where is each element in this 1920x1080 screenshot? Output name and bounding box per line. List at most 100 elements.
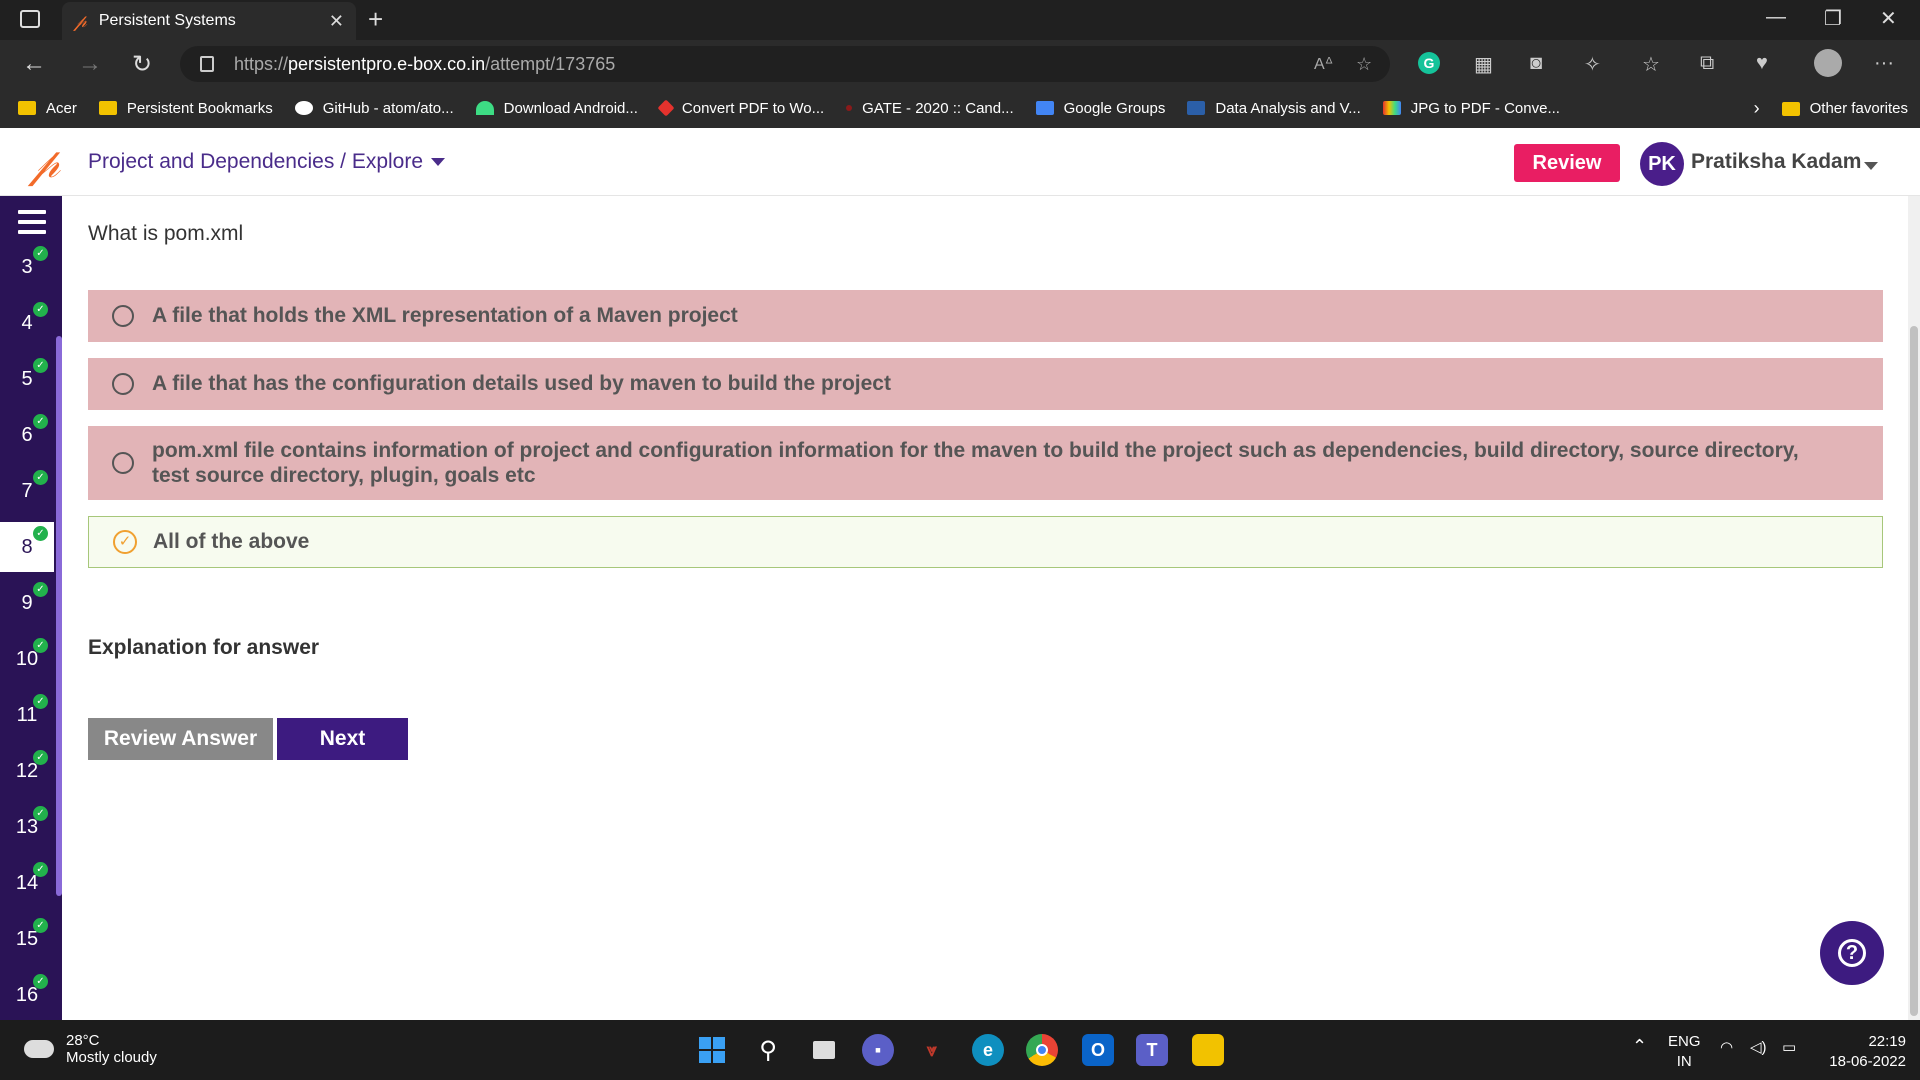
sidebar-question-12[interactable]: 12 ✓	[0, 746, 54, 796]
predator-icon[interactable]: ⩔	[916, 1034, 948, 1066]
android-icon	[475, 101, 494, 115]
user-name[interactable]: Pratiksha Kadam	[1691, 150, 1861, 174]
sidebar-question-3[interactable]: 3 ✓	[0, 242, 54, 292]
close-tab-icon[interactable]: ✕	[329, 11, 344, 32]
option-2[interactable]: A file that has the configuration detail…	[88, 358, 1883, 410]
sidebar-question-9[interactable]: 9 ✓	[0, 578, 54, 628]
address-bar[interactable]: https://persistentpro.e-box.co.in/attemp…	[180, 46, 1390, 82]
bookmark-gate[interactable]: GATE - 2020 :: Cand...	[846, 100, 1014, 117]
sidebar-question-14[interactable]: 14 ✓	[0, 858, 54, 908]
browser-tab-bar: 𝓅 Persistent Systems ✕ + — ❐ ✕	[0, 0, 1920, 40]
answered-check-icon: ✓	[33, 470, 48, 485]
review-answer-button[interactable]: Review Answer	[88, 718, 273, 760]
clock[interactable]: 22:19 18-06-2022	[1820, 1032, 1906, 1072]
weather-widget[interactable]: 28°C Mostly cloudy	[24, 1032, 157, 1066]
answered-check-icon: ✓	[33, 694, 48, 709]
grammarly-icon[interactable]: G	[1418, 52, 1440, 74]
other-favorites[interactable]: Other favorites	[1810, 100, 1908, 117]
profile-avatar[interactable]	[1814, 49, 1842, 77]
sidebar-question-8[interactable]: 8 ✓	[0, 522, 54, 572]
next-button[interactable]: Next	[277, 718, 408, 760]
sidebar-scrollbar[interactable]	[56, 336, 62, 896]
favorites-icon[interactable]: ☆	[1642, 52, 1660, 77]
persistent-logo[interactable]: 𝓅	[30, 138, 60, 188]
breadcrumb-text: Project and Dependencies / Explore	[88, 150, 424, 173]
language-code: ENG	[1668, 1033, 1701, 1050]
extension-icon[interactable]: ◙	[1530, 52, 1542, 75]
bookmark-label: Convert PDF to Wo...	[681, 99, 825, 117]
back-icon[interactable]: ←	[22, 50, 46, 78]
volume-icon[interactable]: ◁)	[1750, 1038, 1767, 1058]
correct-check-icon: ✓	[113, 530, 137, 554]
answered-check-icon: ✓	[33, 862, 48, 877]
radio-button[interactable]	[112, 452, 134, 474]
browser-essentials-icon[interactable]: ♥	[1756, 52, 1768, 75]
menu-icon[interactable]	[18, 210, 46, 240]
chevron-right-icon[interactable]: ›	[1754, 98, 1760, 119]
browser-tab[interactable]: 𝓅 Persistent Systems ✕	[62, 2, 356, 40]
answered-check-icon: ✓	[33, 358, 48, 373]
read-aloud-icon[interactable]: Aᐞ	[1314, 54, 1333, 74]
option-1[interactable]: A file that holds the XML representation…	[88, 290, 1883, 342]
chevron-up-icon[interactable]: ⌃	[1632, 1036, 1647, 1056]
radio-button[interactable]	[112, 373, 134, 395]
breadcrumb[interactable]: Project and Dependencies / Explore	[88, 150, 446, 174]
outlook-icon[interactable]: O	[1082, 1034, 1114, 1066]
restore-icon[interactable]: ❐	[1824, 6, 1842, 31]
windows-taskbar: 28°C Mostly cloudy ⚲ ▪ ⩔ e O T ⌃ ENG IN …	[0, 1020, 1920, 1080]
sidebar-question-5[interactable]: 5 ✓	[0, 354, 54, 404]
radio-button[interactable]	[112, 305, 134, 327]
wifi-icon[interactable]: ◠	[1720, 1038, 1733, 1058]
page-scrollbar[interactable]	[1908, 196, 1920, 1020]
sidebar-question-7[interactable]: 7 ✓	[0, 466, 54, 516]
close-window-icon[interactable]: ✕	[1880, 6, 1897, 31]
extension-icon[interactable]: ▦	[1474, 52, 1493, 77]
option-3[interactable]: pom.xml file contains information of pro…	[88, 426, 1883, 500]
lock-icon[interactable]	[200, 56, 214, 72]
chevron-down-icon[interactable]	[1864, 162, 1878, 170]
refresh-icon[interactable]: ↻	[132, 50, 152, 79]
bookmarks-bar: Acer Persistent Bookmarks GitHub - atom/…	[0, 88, 1920, 128]
chat-icon[interactable]: ▪	[862, 1034, 894, 1066]
language-indicator[interactable]: ENG IN	[1668, 1032, 1701, 1072]
collections-icon[interactable]: ⧉	[1700, 52, 1714, 75]
question-number: 8	[21, 535, 33, 558]
more-menu-icon[interactable]: ···	[1874, 52, 1894, 75]
bookmark-jpg-pdf[interactable]: JPG to PDF - Conve...	[1382, 100, 1560, 117]
language-region: IN	[1676, 1053, 1692, 1070]
windows-start-icon[interactable]	[696, 1034, 728, 1066]
sidebar-question-6[interactable]: 6 ✓	[0, 410, 54, 460]
edge-icon[interactable]: e	[972, 1034, 1004, 1066]
new-tab-icon[interactable]: +	[368, 4, 383, 35]
extensions-puzzle-icon[interactable]: ✧	[1584, 52, 1601, 77]
bookmark-pdf-word[interactable]: Convert PDF to Wo...	[657, 99, 825, 117]
sidebar-question-15[interactable]: 15 ✓	[0, 914, 54, 964]
bookmark-persistent[interactable]: Persistent Bookmarks	[98, 99, 273, 117]
review-button[interactable]: Review	[1514, 144, 1620, 182]
forward-icon[interactable]: →	[78, 50, 102, 78]
bookmark-acer[interactable]: Acer	[18, 100, 77, 117]
sidebar-question-10[interactable]: 10 ✓	[0, 634, 54, 684]
battery-icon[interactable]: ▭	[1782, 1038, 1796, 1058]
bookmark-label: Persistent Bookmarks	[126, 99, 273, 117]
teams-icon[interactable]: T	[1136, 1034, 1168, 1066]
search-icon[interactable]: ⚲	[752, 1034, 784, 1066]
folder-icon	[98, 101, 117, 115]
help-button[interactable]: ?	[1820, 921, 1884, 985]
bookmark-google-groups[interactable]: Google Groups	[1035, 100, 1165, 117]
tab-actions-icon[interactable]	[20, 10, 40, 28]
option-4-correct[interactable]: ✓ All of the above	[88, 516, 1883, 568]
avatar[interactable]: PK	[1640, 142, 1684, 186]
bookmark-data-analysis[interactable]: Data Analysis and V...	[1187, 100, 1361, 117]
bookmark-github[interactable]: GitHub - atom/ato...	[294, 100, 454, 117]
sidebar-question-13[interactable]: 13 ✓	[0, 802, 54, 852]
sidebar-question-4[interactable]: 4 ✓	[0, 298, 54, 348]
sidebar-question-16[interactable]: 16 ✓	[0, 970, 54, 1020]
sidebar-question-11[interactable]: 11 ✓	[0, 690, 54, 740]
chrome-icon[interactable]	[1026, 1034, 1058, 1066]
task-view-icon[interactable]	[808, 1034, 840, 1066]
minimize-icon[interactable]: —	[1766, 6, 1786, 29]
bookmark-android[interactable]: Download Android...	[475, 100, 638, 117]
add-favorite-icon[interactable]: ☆	[1356, 54, 1372, 75]
file-explorer-icon[interactable]	[1192, 1034, 1224, 1066]
